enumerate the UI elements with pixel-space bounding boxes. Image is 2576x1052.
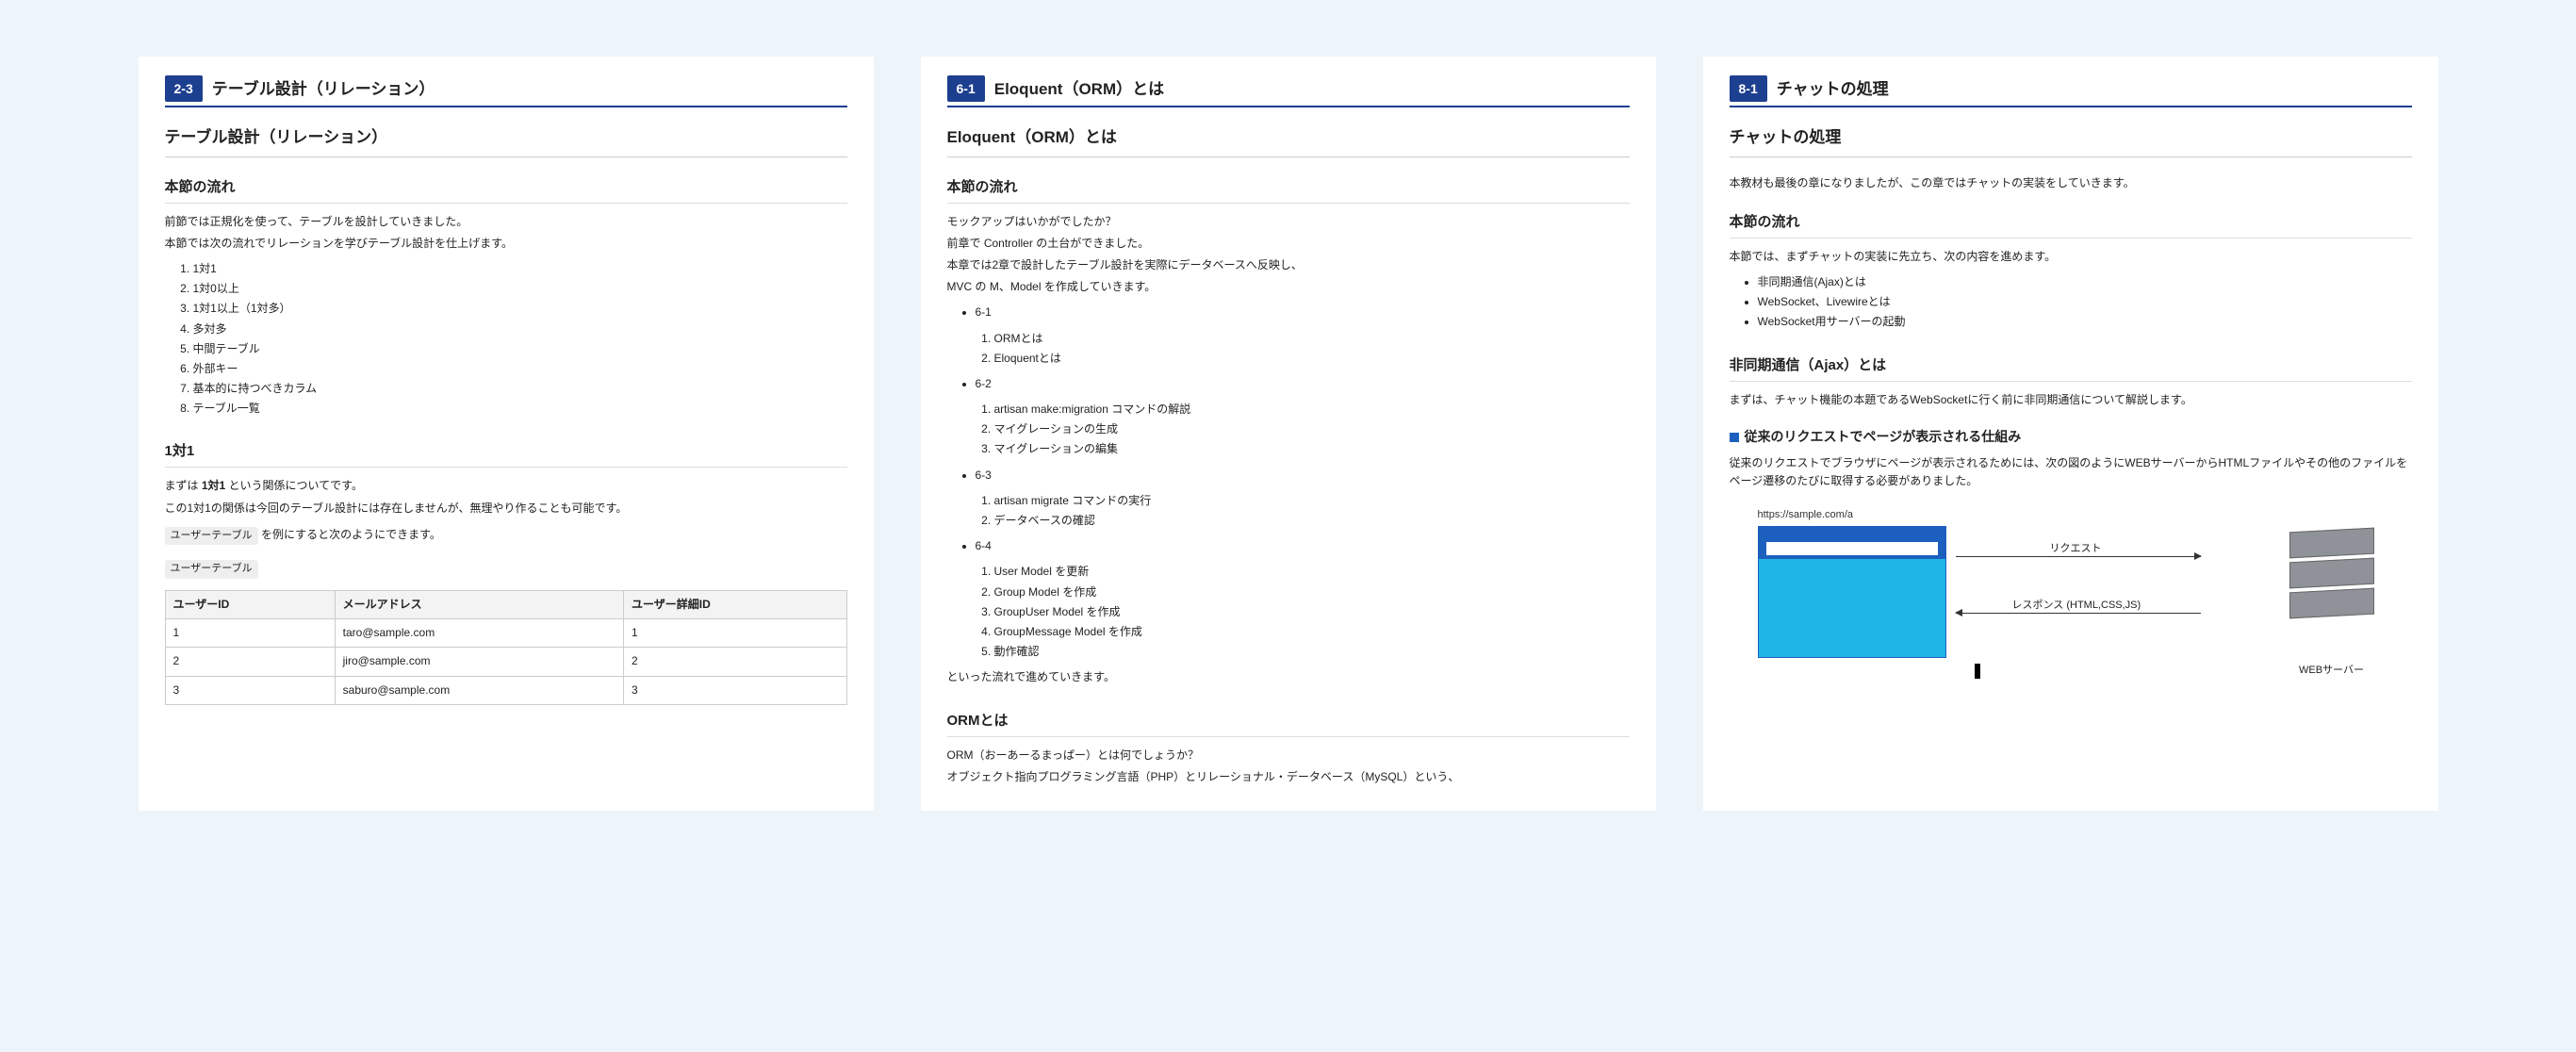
subtitle: チャットの処理 <box>1730 124 2412 156</box>
paragraph: オブジェクト指向プログラミング言語（PHP）とリレーショナル・データベース（My… <box>947 768 1630 786</box>
col-header: ユーザー詳細ID <box>624 591 846 619</box>
list-item: GroupMessage Model を作成 <box>994 623 1630 641</box>
list-item: Eloquentとは <box>994 350 1630 368</box>
list-item: WebSocket、Livewireとは <box>1758 293 2412 311</box>
paragraph: ユーザーテーブル を例にすると次のようにできます。 <box>165 521 847 551</box>
section-badge: 2-3 <box>165 75 203 102</box>
doc-card-2-3: 2-3 テーブル設計（リレーション） テーブル設計（リレーション） 本節の流れ … <box>139 57 874 811</box>
list-item: 非同期通信(Ajax)とは <box>1758 273 2412 291</box>
outline-group: 6-4 User Model を更新 Group Model を作成 Group… <box>976 537 1630 661</box>
scrollbar-indicator <box>1975 664 1980 679</box>
section-title: チャットの処理 <box>1777 76 1889 102</box>
list-item: User Model を更新 <box>994 563 1630 581</box>
outline-list: 6-1 ORMとは Eloquentとは 6-2 artisan make:mi… <box>976 304 1630 661</box>
request-diagram: https://sample.com/a リクエスト レスポンス (HTML,C… <box>1730 509 2412 679</box>
list-item: ORMとは <box>994 330 1630 348</box>
doc-card-6-1: 6-1 Eloquent（ORM）とは Eloquent（ORM）とは 本節の流… <box>921 57 1656 811</box>
section-header: 2-3 テーブル設計（リレーション） <box>165 75 847 107</box>
intro-line: 前章で Controller の土台ができました。 <box>947 235 1630 253</box>
table-row: 3 saburo@sample.com 3 <box>165 676 846 704</box>
section-badge: 8-1 <box>1730 75 1767 102</box>
table-caption-chip: ユーザーテーブル <box>165 560 258 579</box>
intro-line: 本教材も最後の章になりましたが、この章ではチャットの実装をしていきます。 <box>1730 174 2412 192</box>
subtitle: Eloquent（ORM）とは <box>947 124 1630 156</box>
list-item: マイグレーションの編集 <box>994 440 1630 458</box>
flow-heading: 本節の流れ <box>165 176 847 204</box>
intro-line: MVC の M、Model を作成していきます。 <box>947 278 1630 296</box>
section-title: テーブル設計（リレーション） <box>212 76 435 102</box>
list-item: データベースの確認 <box>994 512 1630 530</box>
list-item: GroupUser Model を作成 <box>994 603 1630 621</box>
outline-group: 6-2 artisan make:migration コマンドの解説 マイグレー… <box>976 375 1630 459</box>
intro-line: 本節では次の流れでリレーションを学びテーブル設計を仕上げます。 <box>165 235 847 253</box>
user-table: ユーザーID メールアドレス ユーザー詳細ID 1 taro@sample.co… <box>165 590 847 705</box>
list-item: 1対1 <box>193 260 847 278</box>
server-icon <box>2289 530 2374 633</box>
list-item: 1対1以上（1対多） <box>193 300 847 318</box>
outline-group: 6-1 ORMとは Eloquentとは <box>976 304 1630 368</box>
intro-line: 本章では2章で設計したテーブル設計を実際にデータベースへ反映し、 <box>947 256 1630 274</box>
server-label: WEBサーバー <box>2289 663 2374 680</box>
subtitle: テーブル設計（リレーション） <box>165 124 847 156</box>
intro-line: 前節では正規化を使って、テーブルを設計していきました。 <box>165 213 847 231</box>
flow-list: 1対1 1対0以上 1対1以上（1対多） 多対多 中間テーブル 外部キー 基本的… <box>193 260 847 419</box>
blue-sub-heading: 従来のリクエストでページが表示される仕組み <box>1730 426 2412 447</box>
paragraph: まずは 1対1 という関係についてです。 <box>165 477 847 495</box>
list-item: 基本的に持つべきカラム <box>193 380 847 398</box>
col-header: ユーザーID <box>165 591 335 619</box>
section-header: 8-1 チャットの処理 <box>1730 75 2412 107</box>
paragraph: まずは、チャット機能の本題であるWebSocketに行く前に非同期通信について解… <box>1730 391 2412 409</box>
list-item: 動作確認 <box>994 643 1630 661</box>
outline-group: 6-3 artisan migrate コマンドの実行 データベースの確認 <box>976 467 1630 531</box>
list-item: 外部キー <box>193 360 847 378</box>
paragraph: ORM（おーあーるまっぱー）とは何でしょうか？ <box>947 747 1630 764</box>
section-title: Eloquent（ORM）とは <box>994 76 1164 102</box>
list-item: マイグレーションの生成 <box>994 420 1630 438</box>
request-label: リクエスト <box>2050 541 2102 558</box>
col-header: メールアドレス <box>335 591 623 619</box>
flow-list: 非同期通信(Ajax)とは WebSocket、Livewireとは WebSo… <box>1758 273 2412 332</box>
list-item: テーブル一覧 <box>193 400 847 418</box>
intro-line: モックアップはいかがでしたか？ <box>947 213 1630 231</box>
list-item: 1対0以上 <box>193 280 847 298</box>
response-label: レスポンス (HTML,CSS,JS) <box>2012 598 2141 615</box>
flow-heading: 本節の流れ <box>947 176 1630 204</box>
cards-container: 2-3 テーブル設計（リレーション） テーブル設計（リレーション） 本節の流れ … <box>63 57 2514 811</box>
table-row: 1 taro@sample.com 1 <box>165 619 846 648</box>
table-row: 2 jiro@sample.com 2 <box>165 648 846 676</box>
browser-icon <box>1758 526 1946 658</box>
flow-intro: 本節では、まずチャットの実装に先立ち、次の内容を進めます。 <box>1730 248 2412 266</box>
code-chip: ユーザーテーブル <box>165 527 258 546</box>
list-item: 多対多 <box>193 321 847 338</box>
paragraph: 従来のリクエストでブラウザにページが表示されるためには、次の図のようにWEBサー… <box>1730 454 2412 490</box>
square-icon <box>1730 433 1739 442</box>
list-item: WebSocket用サーバーの起動 <box>1758 313 2412 331</box>
sub-heading: 1対1 <box>165 440 847 468</box>
outro: といった流れで進めていきます。 <box>947 668 1630 686</box>
section-header: 6-1 Eloquent（ORM）とは <box>947 75 1630 107</box>
sub-heading: 非同期通信（Ajax）とは <box>1730 354 2412 382</box>
list-item: artisan make:migration コマンドの解説 <box>994 401 1630 419</box>
flow-heading: 本節の流れ <box>1730 211 2412 238</box>
list-item: Group Model を作成 <box>994 584 1630 601</box>
list-item: 中間テーブル <box>193 340 847 358</box>
section-badge: 6-1 <box>947 75 985 102</box>
diagram-url: https://sample.com/a <box>1758 507 1854 524</box>
list-item: artisan migrate コマンドの実行 <box>994 492 1630 510</box>
paragraph: この1対1の関係は今回のテーブル設計には存在しませんが、無理やり作ることも可能で… <box>165 500 847 518</box>
doc-card-8-1: 8-1 チャットの処理 チャットの処理 本教材も最後の章になりましたが、この章で… <box>1703 57 2438 811</box>
sub-heading: ORMとは <box>947 710 1630 737</box>
